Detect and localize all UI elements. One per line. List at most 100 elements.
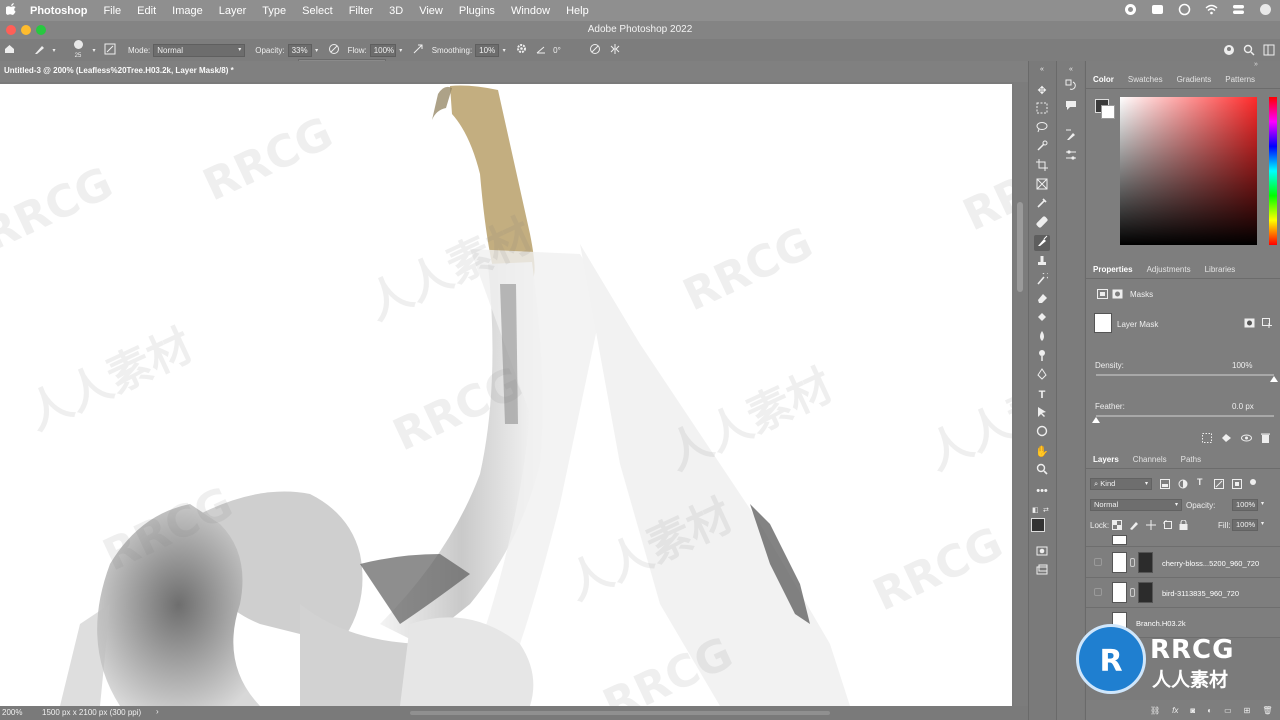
default-colors-icon[interactable]: ◧	[1032, 506, 1039, 514]
menu-view[interactable]: View	[411, 5, 451, 17]
tab-channels[interactable]: Channels	[1126, 455, 1174, 464]
healing-brush-tool-icon[interactable]	[1034, 216, 1050, 232]
clone-stamp-tool-icon[interactable]	[1034, 254, 1050, 270]
layer-visibility-toggle[interactable]	[1094, 558, 1102, 566]
type-tool-icon[interactable]: T	[1034, 387, 1050, 403]
mode-select[interactable]: Normal ▾	[153, 43, 246, 57]
layer-visibility-toggle[interactable]	[1094, 588, 1102, 596]
feather-slider-handle[interactable]	[1092, 417, 1100, 423]
pressure-size-icon[interactable]	[587, 43, 603, 58]
tab-adjustments[interactable]: Adjustments	[1140, 265, 1198, 274]
lasso-tool-icon[interactable]	[1034, 121, 1050, 137]
menu-layer[interactable]: Layer	[211, 5, 255, 17]
horizontal-scrollbar[interactable]	[410, 711, 830, 715]
layer-opacity-input[interactable]: 100%	[1232, 499, 1258, 511]
trash-icon[interactable]	[1261, 433, 1270, 445]
link-layers-icon[interactable]: ⛓	[1150, 706, 1160, 715]
move-tool-icon[interactable]: ✥	[1034, 83, 1050, 99]
flow-input[interactable]: 100%	[369, 43, 396, 57]
density-value[interactable]: 100%	[1232, 361, 1252, 370]
pen-tool-icon[interactable]	[1034, 368, 1050, 384]
tab-paths[interactable]: Paths	[1174, 455, 1208, 464]
filter-shape-icon[interactable]	[1214, 479, 1224, 491]
tab-libraries[interactable]: Libraries	[1198, 265, 1243, 274]
lock-all-icon[interactable]	[1179, 519, 1188, 532]
learn-icon[interactable]	[1222, 44, 1236, 59]
menu-edit[interactable]: Edit	[129, 5, 164, 17]
foreground-color-swatch[interactable]	[1031, 518, 1045, 532]
density-slider-handle[interactable]	[1270, 376, 1278, 382]
zoom-window-button[interactable]	[36, 25, 46, 35]
trash-icon[interactable]: 🗑	[1262, 706, 1272, 715]
canvas-area[interactable]: RRCG 人人素材 RRCG 人人素材 RRCG RRCG 人人素材 人人素材 …	[0, 82, 1014, 706]
siri-icon[interactable]	[1259, 3, 1272, 16]
filter-toggle-icon[interactable]	[1250, 479, 1256, 485]
brush-settings-panel-icon[interactable]	[102, 43, 118, 58]
chevron-down-icon[interactable]: ▾	[499, 47, 509, 54]
eraser-tool-icon[interactable]	[1034, 292, 1050, 308]
link-icon[interactable]	[1130, 588, 1135, 597]
search-icon[interactable]	[1242, 44, 1256, 59]
tab-properties[interactable]: Properties	[1086, 265, 1140, 274]
lock-image-icon[interactable]	[1129, 520, 1139, 532]
collapse-panel-icon[interactable]: »	[1254, 61, 1258, 68]
filter-type-icon[interactable]: T	[1197, 477, 1203, 487]
comments-panel-icon[interactable]	[1063, 99, 1079, 115]
load-selection-icon[interactable]	[1202, 433, 1212, 445]
brush-tool-icon[interactable]	[1034, 235, 1050, 251]
menu-plugins[interactable]: Plugins	[451, 5, 503, 17]
creative-cloud-icon[interactable]	[1151, 3, 1164, 16]
wifi-icon[interactable]	[1205, 3, 1218, 16]
add-mask-icon[interactable]: ◙	[1190, 706, 1195, 715]
sync-icon[interactable]	[1178, 3, 1191, 16]
add-vector-mask-icon[interactable]	[1262, 318, 1273, 330]
document-tab[interactable]: Untitled-3 @ 200% (Leafless%20Tree.H03.2…	[0, 61, 1028, 82]
color-picker-field[interactable]	[1120, 97, 1257, 245]
menu-filter[interactable]: Filter	[341, 5, 381, 17]
quick-mask-icon[interactable]	[1034, 545, 1050, 561]
layer-row[interactable]: cherry-bloss...5200_960_720	[1086, 548, 1280, 578]
control-center-icon[interactable]	[1232, 3, 1245, 16]
eyedropper-tool-icon[interactable]	[1034, 197, 1050, 213]
lock-artboard-icon[interactable]	[1163, 520, 1173, 532]
visibility-eye-icon[interactable]	[1241, 433, 1252, 445]
menu-type[interactable]: Type	[254, 5, 294, 17]
swap-colors-icon[interactable]: ⇄	[1043, 506, 1049, 514]
layer-mask-thumbnail[interactable]	[1138, 582, 1153, 603]
blur-tool-icon[interactable]	[1034, 330, 1050, 346]
fill-input[interactable]: 100%	[1232, 519, 1258, 531]
symmetry-icon[interactable]	[607, 43, 623, 58]
brush-size-picker[interactable]: 25	[66, 40, 90, 60]
path-selection-tool-icon[interactable]	[1034, 406, 1050, 422]
filter-pixel-icon[interactable]	[1160, 479, 1170, 491]
layer-name[interactable]: bird-3113835_960_720	[1162, 589, 1239, 598]
density-slider-track[interactable]	[1096, 374, 1274, 376]
filter-smart-object-icon[interactable]	[1232, 479, 1242, 491]
zoom-tool-icon[interactable]	[1034, 463, 1050, 479]
link-icon[interactable]	[1130, 558, 1135, 567]
new-layer-icon[interactable]: ⊞	[1244, 706, 1251, 715]
menu-image[interactable]: Image	[164, 5, 211, 17]
collapse-toolbar-icon[interactable]: «	[1034, 62, 1050, 78]
pressure-opacity-icon[interactable]	[326, 43, 342, 58]
apply-mask-icon[interactable]	[1221, 433, 1232, 445]
tab-color[interactable]: Color	[1086, 75, 1121, 84]
vertical-scrollbar[interactable]	[1014, 82, 1028, 706]
adjustment-layer-icon[interactable]: ◐	[1207, 706, 1212, 715]
color-panel-background-swatch[interactable]	[1101, 105, 1115, 119]
chevron-down-icon[interactable]: ▾	[90, 47, 98, 54]
ellipse-tool-icon[interactable]	[1034, 425, 1050, 441]
airbrush-icon[interactable]	[410, 43, 426, 58]
layer-filter-kind-select[interactable]: ⌕ Kind ▾	[1090, 478, 1152, 490]
tab-patterns[interactable]: Patterns	[1218, 75, 1262, 84]
layer-mask-thumbnail[interactable]	[1094, 313, 1112, 333]
quick-selection-tool-icon[interactable]	[1034, 140, 1050, 156]
history-brush-tool-icon[interactable]	[1034, 271, 1050, 289]
feather-value[interactable]: 0.0 px	[1232, 402, 1254, 411]
collapse-panels-icon[interactable]: «	[1063, 62, 1079, 78]
frame-tool-icon[interactable]	[1034, 178, 1050, 194]
layer-row-partial[interactable]	[1086, 535, 1280, 547]
chevron-down-icon[interactable]: ▾	[396, 47, 406, 54]
menu-file[interactable]: File	[95, 5, 129, 17]
chevron-right-icon[interactable]: ›	[156, 707, 159, 716]
